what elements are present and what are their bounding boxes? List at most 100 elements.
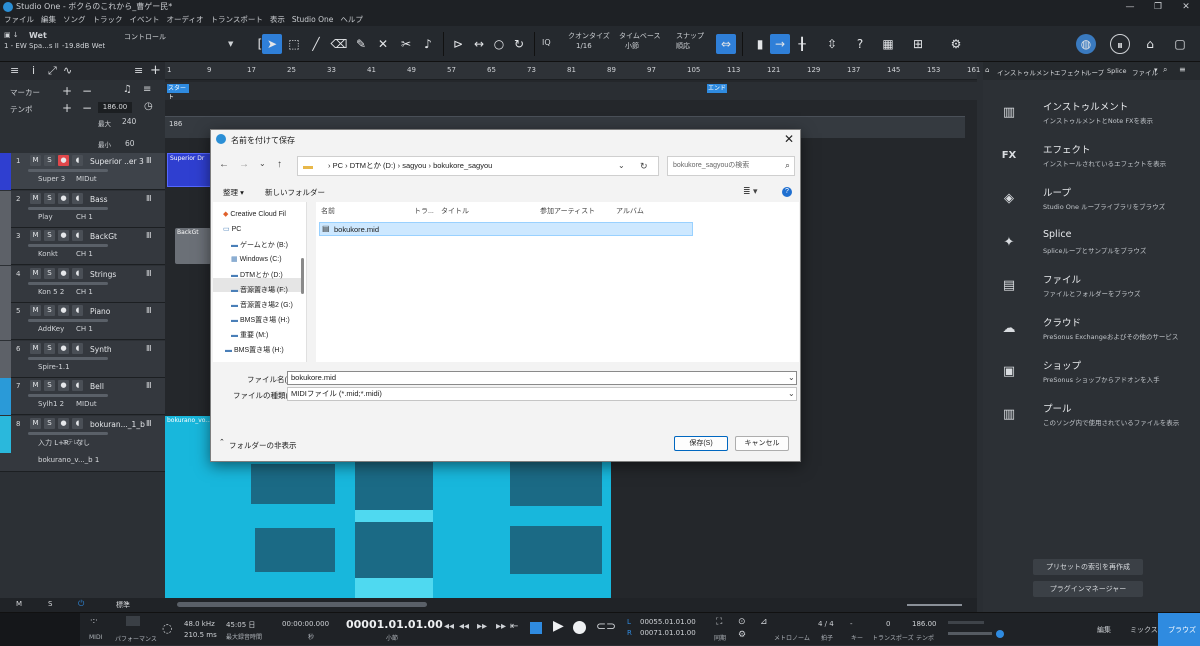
- tab-loop[interactable]: ループ: [1085, 67, 1104, 77]
- stop-button[interactable]: [530, 622, 542, 634]
- help-icon[interactable]: ?: [850, 34, 870, 54]
- nav-item[interactable]: ▬ ゲームとか (B:): [231, 240, 288, 250]
- solo-button[interactable]: S: [44, 155, 55, 166]
- tempo-value[interactable]: 186.00: [98, 102, 132, 113]
- track-row[interactable]: 8 M S ● ◖ bokuran..._1_b Ⅲ 入力 L+R なし ステレオ…: [0, 415, 165, 472]
- listen-tool-icon[interactable]: ♪: [418, 34, 438, 54]
- tab-instrument[interactable]: インストゥルメント: [997, 67, 1055, 77]
- zoom-slider[interactable]: [907, 604, 962, 606]
- minimize-button[interactable]: —: [1116, 0, 1144, 14]
- browser-item[interactable]: ◈ ループ Studio One ループライブラリをブラウズ: [999, 185, 1189, 221]
- metronome-settings-icon[interactable]: ⚙: [738, 630, 746, 640]
- menu-file[interactable]: ファイル: [4, 14, 34, 26]
- col-track[interactable]: トラ...: [414, 206, 434, 216]
- record-arm-button[interactable]: ●: [58, 417, 69, 429]
- preset-value[interactable]: -19.8dB Wet: [62, 42, 105, 51]
- split-tool-icon[interactable]: ╱: [306, 34, 326, 54]
- loop-start-icon[interactable]: ⇤: [510, 621, 518, 632]
- mix-tab[interactable]: ミックス: [1130, 625, 1158, 635]
- loop-end[interactable]: 00071.01.01.00: [640, 629, 696, 637]
- tempo-clock-icon[interactable]: ◷: [144, 101, 153, 112]
- track-name[interactable]: Strings: [90, 270, 116, 279]
- filetype-select[interactable]: MIDIファイル (*.mid;*.midi): [287, 387, 797, 401]
- snap-value[interactable]: 順応: [676, 42, 690, 51]
- col-title[interactable]: タイトル: [441, 206, 469, 216]
- tabs-dropdown-icon[interactable]: ▾: [1154, 66, 1158, 74]
- browser-item[interactable]: FX エフェクト インストールされているエフェクトを表示: [999, 142, 1189, 178]
- eraser-tool-icon[interactable]: ⌫: [329, 34, 349, 54]
- record-arm-button[interactable]: ●: [58, 305, 69, 316]
- end-marker[interactable]: エンド: [707, 84, 727, 93]
- tempo-display[interactable]: 186.00: [912, 620, 937, 628]
- clip-superior[interactable]: Superior Dr: [167, 153, 212, 187]
- preset-device[interactable]: 1 - EW Spa...s II: [4, 42, 59, 51]
- add-track-icon[interactable]: +: [150, 63, 161, 78]
- mute-button[interactable]: M: [30, 417, 41, 429]
- organize-menu[interactable]: 整理 ▾: [223, 187, 244, 198]
- up-icon[interactable]: ↑: [277, 159, 282, 170]
- master-volume-knob[interactable]: [996, 630, 1004, 638]
- track-name[interactable]: BackGt: [90, 232, 117, 241]
- search-input[interactable]: bokukore_sagyouの検索: [667, 156, 795, 176]
- solo-button[interactable]: S: [44, 267, 55, 279]
- horizontal-scrollbar[interactable]: [165, 598, 977, 612]
- menu-song[interactable]: ソング: [63, 14, 86, 26]
- nav-item[interactable]: ▬ 音源置き場2 (G:): [231, 300, 293, 310]
- ripple-icon[interactable]: ⊳: [448, 34, 468, 54]
- track-name[interactable]: Piano: [90, 307, 110, 316]
- metronome-icon[interactable]: ⊿: [760, 617, 768, 627]
- hide-folders-icon[interactable]: ⌃: [219, 438, 225, 446]
- tab-effect[interactable]: エフェクト: [1054, 67, 1087, 77]
- nav-item[interactable]: ▦ Windows (C:): [231, 255, 282, 263]
- nav-item[interactable]: ▬ BMS置き場 (H:): [225, 345, 284, 355]
- monitor-button[interactable]: ◖: [72, 230, 83, 241]
- grid-icon[interactable]: ⊞: [908, 34, 928, 54]
- track-channel[interactable]: CH 1: [76, 325, 93, 333]
- col-name[interactable]: 名前: [321, 206, 335, 216]
- clip-backgt[interactable]: BackGt: [175, 228, 211, 264]
- menu-track[interactable]: トラック: [93, 14, 123, 26]
- goto-end-icon[interactable]: ▸▸: [496, 621, 506, 632]
- path-pc[interactable]: PC: [333, 161, 343, 170]
- position-display[interactable]: 00001.01.01.00: [346, 618, 443, 631]
- precount-icon[interactable]: ⊙: [738, 617, 746, 627]
- track-name[interactable]: Bass: [90, 195, 108, 204]
- solo-button[interactable]: S: [44, 417, 55, 429]
- time-display[interactable]: 00:00:00.000: [282, 620, 329, 628]
- solo-button[interactable]: S: [44, 305, 55, 316]
- iq-button[interactable]: IQ: [542, 38, 551, 47]
- track-instrument[interactable]: Play: [38, 213, 53, 221]
- volume-fader[interactable]: [28, 319, 108, 322]
- browser-search-icon[interactable]: ⌕: [1163, 65, 1167, 75]
- volume-fader[interactable]: [28, 394, 108, 397]
- arrow-tool-icon[interactable]: ➤: [262, 34, 282, 54]
- maximize-button[interactable]: ❐: [1144, 0, 1172, 14]
- video-icon[interactable]: ▦: [878, 34, 898, 54]
- solo-button[interactable]: S: [44, 380, 55, 391]
- curve-icon[interactable]: ∿: [63, 64, 72, 77]
- track-input-source[interactable]: bokurano_v..._b 1: [38, 456, 99, 464]
- browser-item[interactable]: ▤ ファイル ファイルとフォルダーをブラウズ: [999, 272, 1189, 308]
- track-row[interactable]: 2 M S ● ◖ Bass Ⅲ Play CH 1: [0, 190, 165, 228]
- transpose-value[interactable]: 0: [886, 620, 890, 628]
- path-drive[interactable]: DTMとか (D:): [350, 161, 396, 170]
- track-name[interactable]: Bell: [90, 382, 104, 391]
- page-icon[interactable]: ▢: [1170, 34, 1190, 54]
- volume-fader[interactable]: [28, 244, 108, 247]
- power-icon[interactable]: ⏻: [78, 599, 84, 609]
- track-instrument[interactable]: Spire-1.1: [38, 363, 70, 371]
- nav-item[interactable]: ▭ PC: [223, 225, 241, 233]
- track-row[interactable]: 3 M S ● ◖ BackGt Ⅲ Konkt CH 1: [0, 228, 165, 265]
- menu-help[interactable]: ヘルプ: [340, 14, 363, 26]
- paint-tool-icon[interactable]: ✎: [351, 34, 371, 54]
- menu-audio[interactable]: オーディオ: [167, 14, 204, 26]
- start-marker[interactable]: スタート: [167, 84, 189, 101]
- dialog-close-button[interactable]: ✕: [784, 132, 794, 146]
- browser-item[interactable]: ✦ Splice Spliceループとサンプルをブラウズ: [999, 229, 1189, 265]
- menu-studio-one[interactable]: Studio One: [292, 14, 334, 26]
- key-value[interactable]: -: [850, 620, 853, 628]
- monitor-button[interactable]: ◖: [72, 342, 83, 354]
- global-solo[interactable]: S: [48, 600, 52, 608]
- address-bar[interactable]: ▬ › PC › DTMとか (D:) › sagyou › bokukore_…: [297, 156, 659, 176]
- volume-fader[interactable]: [28, 281, 108, 285]
